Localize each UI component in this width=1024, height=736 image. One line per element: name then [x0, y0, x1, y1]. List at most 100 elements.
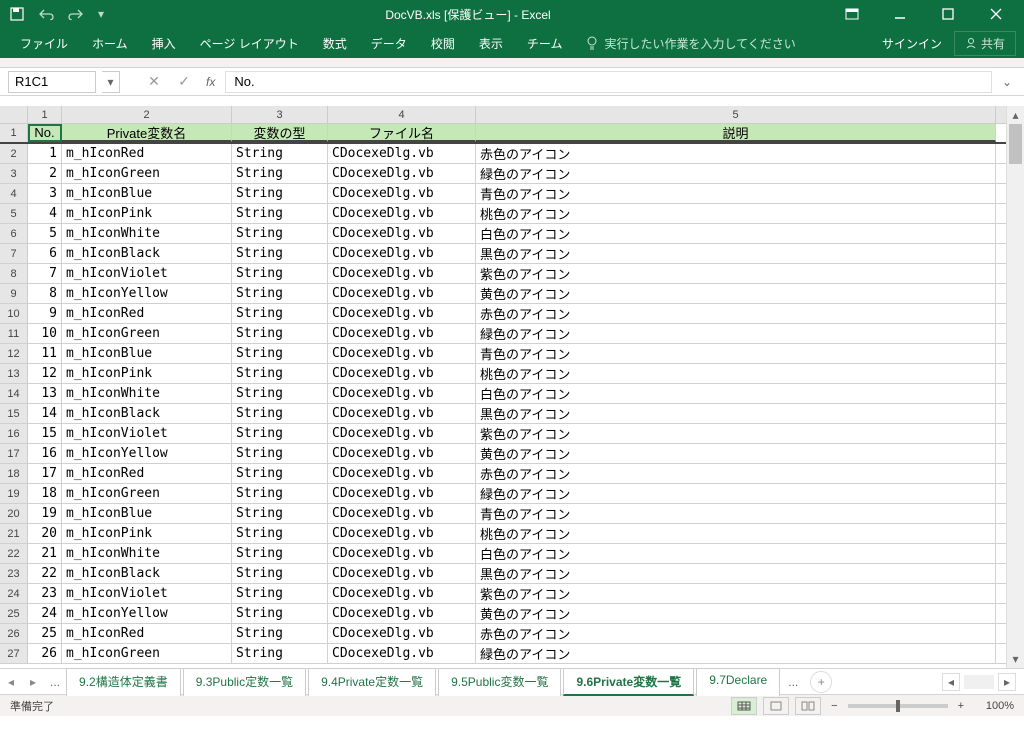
sheet-nav-prev-icon[interactable]: ◂: [0, 670, 22, 694]
cell[interactable]: 22: [28, 564, 62, 583]
cell[interactable]: m_hIconPink: [62, 204, 232, 223]
minimize-button[interactable]: [880, 0, 920, 28]
row-header[interactable]: 9: [0, 284, 28, 303]
row-header[interactable]: 2: [0, 144, 28, 163]
hscroll-right-icon[interactable]: ▸: [998, 673, 1016, 691]
cell[interactable]: 青色のアイコン: [476, 184, 996, 203]
ribbon-tab[interactable]: 表示: [467, 29, 515, 58]
cell[interactable]: m_hIconRed: [62, 304, 232, 323]
zoom-out-button[interactable]: −: [827, 700, 841, 712]
cell[interactable]: 青色のアイコン: [476, 504, 996, 523]
cell[interactable]: 桃色のアイコン: [476, 524, 996, 543]
maximize-button[interactable]: [928, 0, 968, 28]
cell[interactable]: m_hIconWhite: [62, 384, 232, 403]
row-header[interactable]: 6: [0, 224, 28, 243]
sign-in-link[interactable]: サインイン: [882, 35, 942, 52]
tell-me[interactable]: 実行したい作業を入力してください: [586, 35, 795, 52]
cell[interactable]: CDocexeDlg.vb: [328, 264, 476, 283]
zoom-in-button[interactable]: +: [954, 700, 968, 712]
col-header[interactable]: 3: [232, 106, 328, 123]
cell[interactable]: m_hIconYellow: [62, 444, 232, 463]
cell[interactable]: 10: [28, 324, 62, 343]
cell[interactable]: m_hIconBlue: [62, 184, 232, 203]
cell[interactable]: CDocexeDlg.vb: [328, 244, 476, 263]
row-header[interactable]: 17: [0, 444, 28, 463]
cell[interactable]: 黒色のアイコン: [476, 244, 996, 263]
select-all-corner[interactable]: [0, 106, 28, 123]
row-header[interactable]: 11: [0, 324, 28, 343]
cell[interactable]: m_hIconBlack: [62, 404, 232, 423]
cell[interactable]: 7: [28, 264, 62, 283]
cell[interactable]: CDocexeDlg.vb: [328, 224, 476, 243]
cell[interactable]: 3: [28, 184, 62, 203]
cell[interactable]: 16: [28, 444, 62, 463]
cell[interactable]: 15: [28, 424, 62, 443]
row-header[interactable]: 12: [0, 344, 28, 363]
ribbon-tab[interactable]: 校閲: [419, 29, 467, 58]
header-cell[interactable]: 説明: [476, 124, 996, 142]
cell[interactable]: CDocexeDlg.vb: [328, 564, 476, 583]
cell[interactable]: 桃色のアイコン: [476, 204, 996, 223]
cell[interactable]: 20: [28, 524, 62, 543]
cell[interactable]: CDocexeDlg.vb: [328, 204, 476, 223]
cell[interactable]: m_hIconViolet: [62, 584, 232, 603]
cell[interactable]: 5: [28, 224, 62, 243]
row-header[interactable]: 22: [0, 544, 28, 563]
cell[interactable]: String: [232, 624, 328, 643]
view-normal-icon[interactable]: [731, 697, 757, 715]
cell[interactable]: String: [232, 364, 328, 383]
cell[interactable]: String: [232, 204, 328, 223]
col-header[interactable]: 5: [476, 106, 996, 123]
redo-icon[interactable]: [68, 8, 84, 20]
cell[interactable]: String: [232, 184, 328, 203]
close-button[interactable]: [976, 0, 1016, 28]
sheet-tab[interactable]: 9.2構造体定義書: [66, 668, 181, 696]
zoom-level[interactable]: 100%: [974, 700, 1014, 712]
cell[interactable]: m_hIconBlack: [62, 564, 232, 583]
header-cell[interactable]: 変数の型: [232, 124, 328, 142]
save-icon[interactable]: [10, 7, 24, 21]
cell[interactable]: CDocexeDlg.vb: [328, 504, 476, 523]
cell[interactable]: 紫色のアイコン: [476, 584, 996, 603]
cell[interactable]: m_hIconGreen: [62, 324, 232, 343]
sheet-tab[interactable]: 9.3Public定数一覧: [183, 668, 306, 696]
cell[interactable]: String: [232, 444, 328, 463]
sheet-tab[interactable]: 9.5Public変数一覧: [438, 668, 561, 696]
cell[interactable]: String: [232, 584, 328, 603]
row-header[interactable]: 20: [0, 504, 28, 523]
cell[interactable]: 白色のアイコン: [476, 544, 996, 563]
sheet-tab[interactable]: 9.4Private定数一覧: [308, 668, 436, 696]
cell[interactable]: String: [232, 564, 328, 583]
cell[interactable]: String: [232, 324, 328, 343]
sheet-tab[interactable]: 9.6Private変数一覧: [563, 668, 694, 696]
hscroll-track[interactable]: [964, 675, 994, 689]
cell[interactable]: m_hIconRed: [62, 144, 232, 163]
cell[interactable]: CDocexeDlg.vb: [328, 404, 476, 423]
header-cell[interactable]: Private変数名: [62, 124, 232, 142]
cell[interactable]: CDocexeDlg.vb: [328, 584, 476, 603]
fx-icon[interactable]: fx: [202, 75, 219, 89]
name-box-dropdown-icon[interactable]: ▾: [102, 71, 120, 93]
horizontal-scrollbar[interactable]: ◂ ▸: [942, 673, 1024, 691]
cell[interactable]: CDocexeDlg.vb: [328, 544, 476, 563]
ribbon-tab[interactable]: ホーム: [80, 29, 140, 58]
cell[interactable]: 緑色のアイコン: [476, 164, 996, 183]
view-page-layout-icon[interactable]: [763, 697, 789, 715]
cell[interactable]: CDocexeDlg.vb: [328, 624, 476, 643]
name-box[interactable]: R1C1: [8, 71, 96, 93]
row-header[interactable]: 3: [0, 164, 28, 183]
cell[interactable]: String: [232, 464, 328, 483]
cell[interactable]: 14: [28, 404, 62, 423]
cell[interactable]: 9: [28, 304, 62, 323]
row-header[interactable]: 24: [0, 584, 28, 603]
cell[interactable]: 紫色のアイコン: [476, 264, 996, 283]
cell[interactable]: 21: [28, 544, 62, 563]
cell[interactable]: m_hIconYellow: [62, 284, 232, 303]
row-header[interactable]: 19: [0, 484, 28, 503]
scroll-down-icon[interactable]: ▾: [1007, 650, 1024, 668]
col-header[interactable]: 1: [28, 106, 62, 123]
cell[interactable]: 8: [28, 284, 62, 303]
row-header[interactable]: 5: [0, 204, 28, 223]
cell[interactable]: 赤色のアイコン: [476, 464, 996, 483]
cell[interactable]: 4: [28, 204, 62, 223]
